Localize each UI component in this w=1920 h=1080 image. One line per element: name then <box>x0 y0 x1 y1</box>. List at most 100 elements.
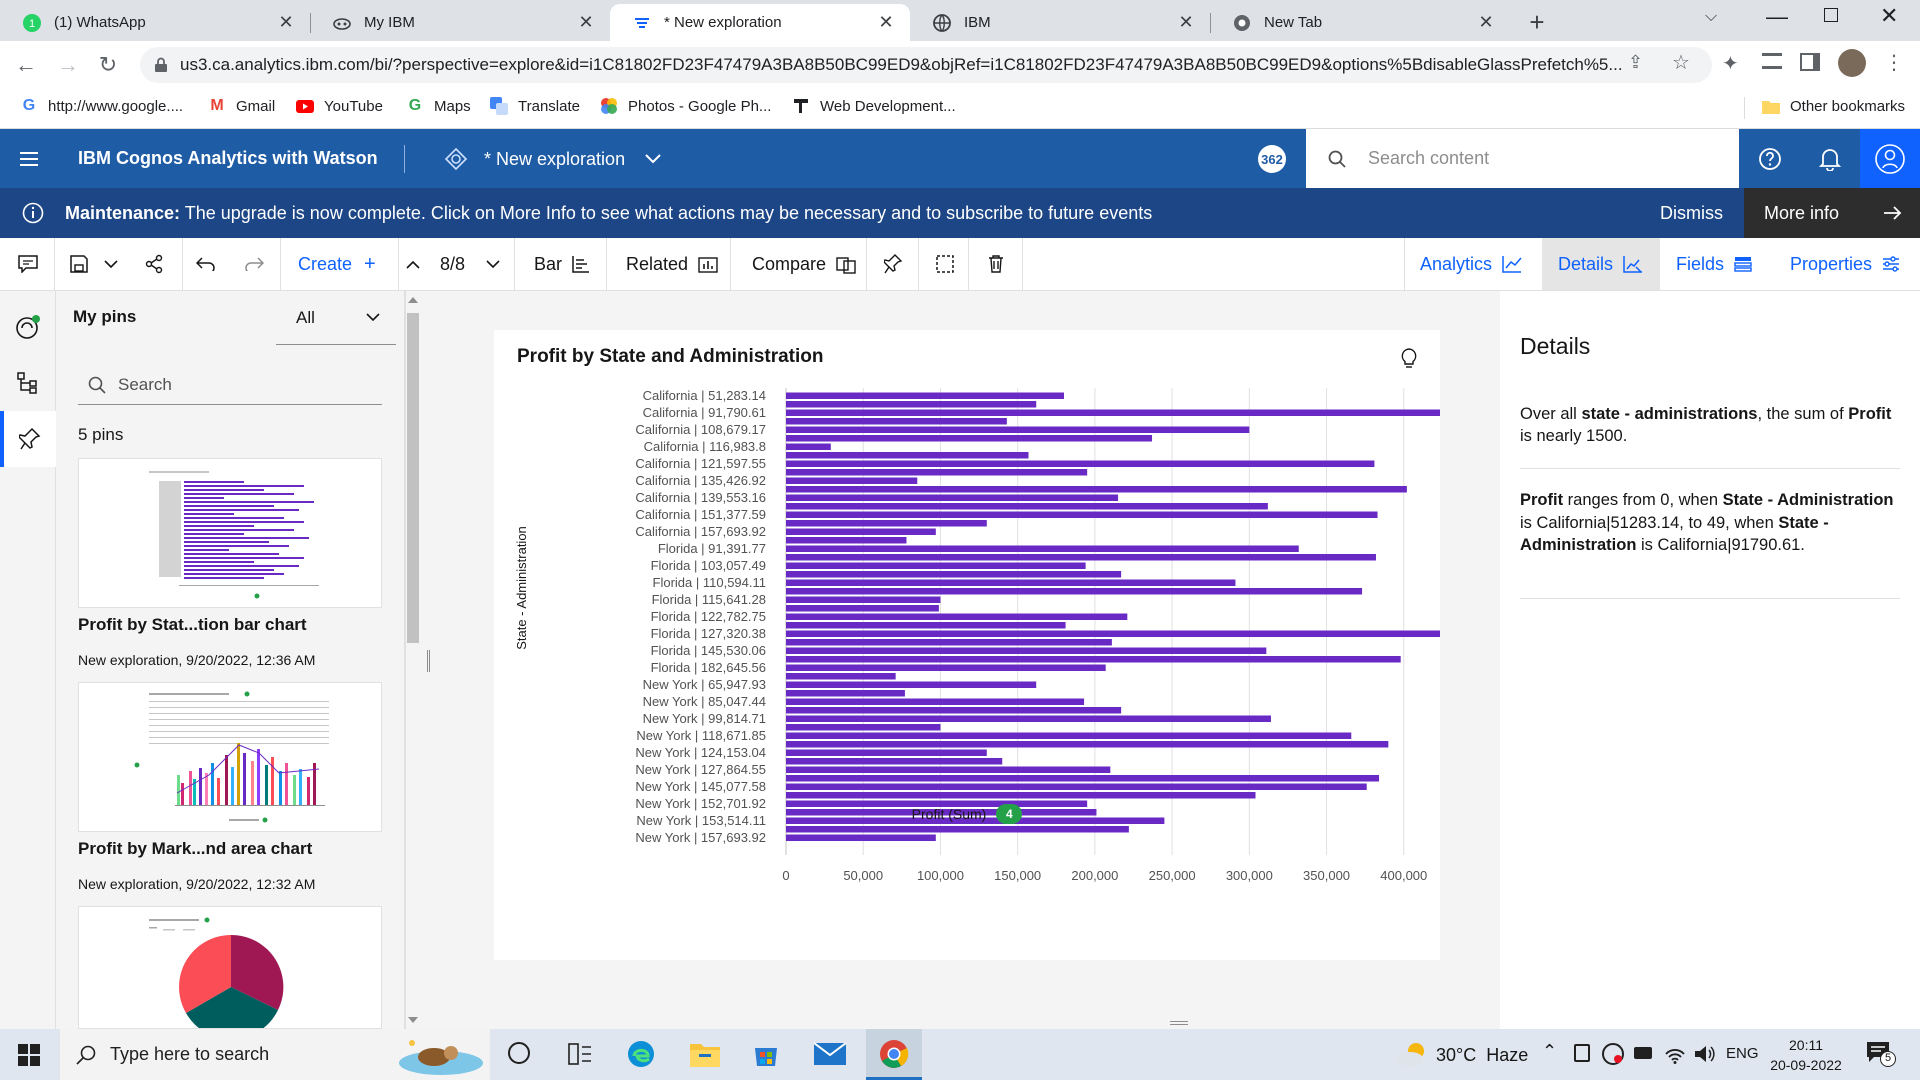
chart-bar[interactable] <box>786 392 1064 400</box>
user-profile-button[interactable] <box>1860 129 1920 188</box>
clock[interactable]: 20:11 20-09-2022 <box>1766 1035 1846 1075</box>
windows-start-icon[interactable] <box>18 1044 40 1066</box>
bookmark-translate[interactable]: Translate <box>490 97 580 115</box>
chart-bar[interactable] <box>786 452 1029 459</box>
chart-bar[interactable] <box>786 647 1267 655</box>
chart-bar[interactable] <box>786 545 1299 553</box>
new-tab-button[interactable]: + <box>1520 6 1554 40</box>
chart-bar[interactable] <box>786 596 941 604</box>
network-status-icon[interactable] <box>1602 1043 1624 1065</box>
notification-center-button[interactable]: 5 <box>1866 1041 1896 1067</box>
chart-bar[interactable] <box>786 707 1122 714</box>
data-tree-button[interactable] <box>0 355 56 411</box>
forward-button[interactable]: → <box>52 49 84 81</box>
chart-bar[interactable] <box>786 758 1003 765</box>
chart-bar[interactable] <box>786 741 1389 748</box>
focus-button[interactable] <box>936 238 954 290</box>
microsoft-store-icon[interactable] <box>752 1040 780 1068</box>
chart-bar[interactable] <box>786 520 987 527</box>
maximize-window-button[interactable] <box>1824 8 1838 22</box>
chart-bar[interactable] <box>786 639 1112 646</box>
language-indicator[interactable]: ENG <box>1726 1045 1759 1062</box>
chart-bar[interactable] <box>786 630 1440 638</box>
hamburger-menu-icon[interactable] <box>0 129 58 188</box>
chevron-down-icon[interactable] <box>486 238 500 290</box>
chart-bar[interactable] <box>786 775 1380 782</box>
bookmark-other[interactable]: Other bookmarks <box>1762 97 1905 115</box>
chart-bar[interactable] <box>786 826 1129 833</box>
browser-tab-new-exploration[interactable]: * New exploration ✕ <box>610 4 910 41</box>
panel-resize-handle[interactable] <box>427 650 430 672</box>
chart-bar[interactable] <box>786 469 1088 476</box>
details-tab[interactable]: Details <box>1542 238 1660 290</box>
search-content-field[interactable]: Search content <box>1306 129 1739 188</box>
chart-bar[interactable] <box>786 783 1367 791</box>
related-button[interactable]: Related <box>626 238 718 290</box>
measure-count-badge[interactable]: 4 <box>996 804 1023 824</box>
minimize-window-button[interactable]: — <box>1766 4 1788 30</box>
more-info-button[interactable]: More info <box>1744 188 1920 238</box>
reading-list-icon[interactable] <box>1762 53 1782 69</box>
volume-icon[interactable] <box>1694 1043 1716 1065</box>
help-button[interactable] <box>1740 129 1800 188</box>
chart-bar[interactable] <box>786 792 1256 799</box>
task-view-icon[interactable] <box>568 1043 592 1065</box>
chart-bar[interactable] <box>786 732 1352 740</box>
chart-bar[interactable] <box>786 571 1122 578</box>
chart-bar[interactable] <box>786 664 1106 672</box>
weather-text[interactable]: 30°C Haze <box>1436 1045 1528 1066</box>
compare-button[interactable]: Compare <box>752 238 856 290</box>
extensions-icon[interactable]: ✦ <box>1722 51 1739 76</box>
pins-search-field[interactable]: Search <box>78 365 382 405</box>
chart-bar[interactable] <box>786 681 1037 689</box>
save-icon[interactable] <box>70 238 88 290</box>
chart-bar[interactable] <box>786 724 941 731</box>
bookmark-youtube[interactable]: YouTube <box>296 97 383 115</box>
chart-bar[interactable] <box>786 673 896 680</box>
close-tab-icon[interactable]: ✕ <box>1476 12 1496 33</box>
assistant-button[interactable] <box>0 299 56 355</box>
chart-bar[interactable] <box>786 656 1401 663</box>
chart-bar[interactable] <box>786 409 1440 417</box>
edge-icon[interactable] <box>626 1039 656 1069</box>
analytics-tab[interactable]: Analytics <box>1420 238 1522 290</box>
fields-tab[interactable]: Fields <box>1676 238 1752 290</box>
create-button[interactable]: Create + <box>298 238 376 290</box>
pin-thumbnail-bar-chart[interactable] <box>78 458 382 608</box>
delete-button[interactable] <box>988 238 1004 290</box>
mail-icon[interactable] <box>814 1043 846 1065</box>
close-tab-icon[interactable]: ✕ <box>276 12 296 33</box>
document-switcher[interactable]: * New exploration <box>444 142 661 176</box>
chart-bar[interactable] <box>786 401 1037 408</box>
profile-avatar[interactable] <box>1838 49 1866 77</box>
chart-bar[interactable] <box>786 443 831 451</box>
chart-bar[interactable] <box>786 622 1066 629</box>
chart-bar[interactable] <box>786 477 918 485</box>
chart-bar[interactable] <box>786 562 1086 570</box>
chevron-up-icon[interactable] <box>406 238 420 290</box>
pin-title[interactable]: Profit by Stat...tion bar chart <box>78 615 307 635</box>
my-pins-button[interactable] <box>0 411 56 467</box>
chrome-menu-icon[interactable]: ⋮ <box>1884 50 1904 75</box>
chart-bar[interactable] <box>786 435 1153 442</box>
pin-title[interactable]: Profit by Mark...nd area chart <box>78 839 312 859</box>
device-icon[interactable] <box>1574 1044 1590 1062</box>
chart-bar[interactable] <box>786 613 1128 621</box>
properties-tab[interactable]: Properties <box>1790 238 1900 290</box>
chart-bar[interactable] <box>786 690 905 697</box>
cortana-icon[interactable] <box>508 1042 530 1064</box>
undo-icon[interactable] <box>196 238 216 290</box>
back-button[interactable]: ← <box>10 49 42 81</box>
browser-tab-new-tab[interactable]: New Tab ✕ <box>1210 4 1510 41</box>
chart-bar[interactable] <box>786 554 1376 561</box>
dismiss-button[interactable]: Dismiss <box>1660 203 1723 224</box>
battery-icon[interactable] <box>1634 1047 1652 1059</box>
close-window-button[interactable]: ✕ <box>1880 3 1898 29</box>
pin-thumbnail-area-chart[interactable] <box>78 682 382 832</box>
chart-bar[interactable] <box>786 588 1363 595</box>
notification-count-badge[interactable]: 362 <box>1258 145 1286 173</box>
weather-icon[interactable] <box>1396 1041 1430 1067</box>
close-tab-icon[interactable]: ✕ <box>576 12 596 33</box>
chart-bar[interactable] <box>786 528 936 536</box>
close-tab-icon[interactable]: ✕ <box>1176 12 1196 33</box>
